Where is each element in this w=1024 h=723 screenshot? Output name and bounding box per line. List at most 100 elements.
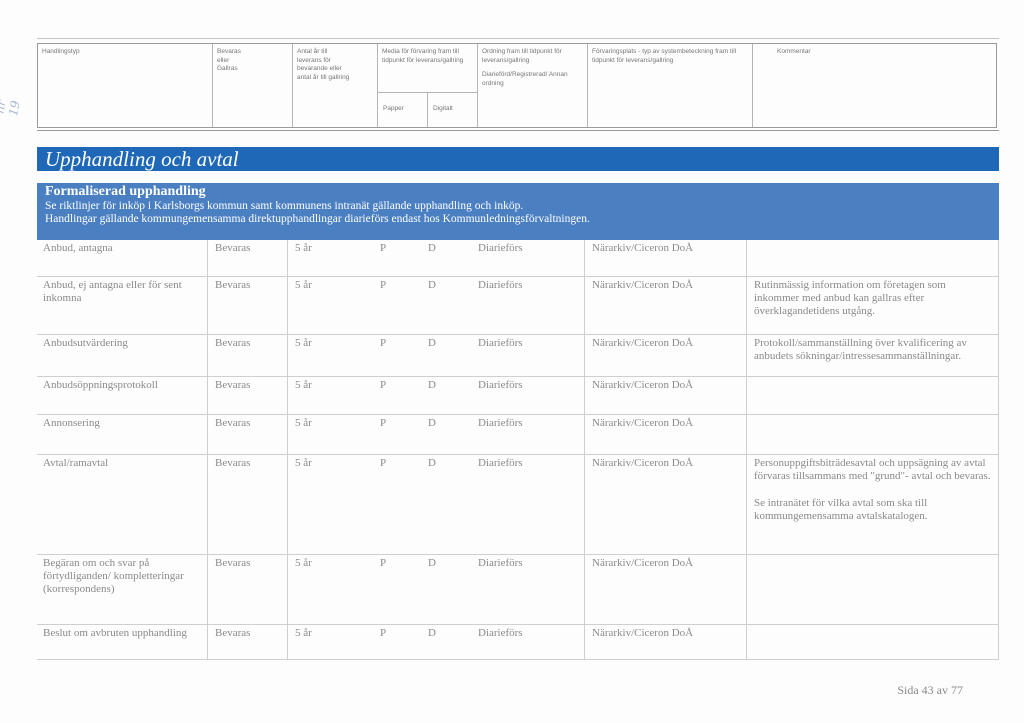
- cell-papper: P: [380, 379, 387, 391]
- cell-digitalt: D: [428, 417, 436, 429]
- cell-handlingstyp: Annonsering: [43, 417, 100, 429]
- records-table: Anbud, antagna Bevaras 5 år P D Diariefö…: [37, 240, 999, 660]
- table-row: Annonsering Bevaras 5 år P D Diarieförs …: [37, 415, 999, 455]
- cell-digitalt: D: [428, 279, 436, 291]
- cell-digitalt: D: [428, 627, 436, 639]
- cell-digitalt: D: [428, 379, 436, 391]
- section-title: Upphandling och avtal: [45, 147, 239, 171]
- header-diarieforing-label: Diarieförd/Registrerad/ Annan ordning: [482, 71, 568, 87]
- cell-handlingstyp: Avtal/ramavtal: [43, 457, 109, 469]
- cell-kommentar: Rutinmässig information om företagen som…: [754, 279, 946, 317]
- document-page: AB nr 19 Handlingstyp Bevaras eller Gall…: [0, 0, 1024, 723]
- cell-antal-ar: 5 år: [295, 379, 312, 391]
- header-kommentar: Kommentar: [753, 44, 998, 127]
- cell-bevaras: Bevaras: [215, 627, 251, 639]
- cell-forvaringsplats: Närarkiv/Ciceron DoÅ: [592, 557, 694, 569]
- header-handlingstyp-label: Handlingstyp: [42, 48, 80, 55]
- table-row: Anbudsutvärdering Bevaras 5 år P D Diari…: [37, 335, 999, 377]
- header-bevaras-line2: eller: [217, 56, 230, 64]
- header-bevaras-line3: Gallras: [217, 65, 238, 72]
- cell-papper: P: [380, 242, 387, 254]
- cell-antal-ar: 5 år: [295, 457, 312, 469]
- header-digitalt: Digitalt: [433, 105, 453, 112]
- table-row: Avtal/ramavtal Bevaras 5 år P D Diariefö…: [37, 455, 999, 555]
- header-forvaringsplats: Förvaringsplats - typ av systembetecknin…: [588, 44, 753, 127]
- cell-bevaras: Bevaras: [215, 417, 251, 429]
- table-row: Begäran om och svar på förtydliganden/ k…: [37, 555, 999, 625]
- cell-bevaras: Bevaras: [215, 279, 251, 291]
- cell-forvaringsplats: Närarkiv/Ciceron DoÅ: [592, 379, 694, 391]
- cell-bevaras: Bevaras: [215, 457, 251, 469]
- header-ordning: Ordning fram till tidpunkt för leverans/…: [478, 44, 588, 127]
- cell-ordning: Diarieförs: [478, 279, 523, 291]
- cell-papper: P: [380, 279, 387, 291]
- cell-handlingstyp: Beslut om avbruten upphandling: [43, 627, 187, 639]
- subsection-title: Formaliserad upphandling: [45, 184, 206, 199]
- cell-bevaras: Bevaras: [215, 242, 251, 254]
- cell-papper: P: [380, 417, 387, 429]
- cell-papper: P: [380, 557, 387, 569]
- column-header-table: Handlingstyp Bevaras eller Gallras Antal…: [37, 43, 997, 128]
- cell-papper: P: [380, 457, 387, 469]
- header-top-rule: [37, 38, 999, 39]
- cell-digitalt: D: [428, 557, 436, 569]
- cell-papper: P: [380, 627, 387, 639]
- cell-antal-ar: 5 år: [295, 279, 312, 291]
- cell-handlingstyp: Anbudsöppningsprotokoll: [43, 379, 158, 391]
- cell-forvaringsplats: Närarkiv/Ciceron DoÅ: [592, 417, 694, 429]
- cell-papper: P: [380, 337, 387, 349]
- cell-handlingstyp: Begäran om och svar på förtydliganden/ k…: [43, 557, 184, 595]
- cell-antal-ar: 5 år: [295, 242, 312, 254]
- page-number: Sida 43 av 77: [897, 683, 963, 697]
- header-bevaras-line1: Bevaras: [217, 48, 241, 55]
- cell-forvaringsplats: Närarkiv/Ciceron DoÅ: [592, 457, 694, 469]
- kommentar-paragraph: Se intranätet för vilka avtal som ska ti…: [754, 497, 928, 522]
- header-ordning-label: Ordning fram till tidpunkt för leverans/…: [482, 48, 562, 64]
- cell-handlingstyp: Anbud, antagna: [43, 242, 113, 254]
- header-antal-ar: Antal år till leverans för bevarande ell…: [293, 44, 378, 127]
- cell-handlingstyp: Anbud, ej antagna eller för sent inkomna: [43, 279, 182, 304]
- cell-antal-ar: 5 år: [295, 557, 312, 569]
- cell-ordning: Diarieförs: [478, 337, 523, 349]
- header-forvaringsplats-label: Förvaringsplats - typ av systembetecknin…: [592, 48, 737, 64]
- header-antal-ar-label: Antal år till leverans för bevarande ell…: [297, 48, 350, 81]
- cell-forvaringsplats: Närarkiv/Ciceron DoÅ: [592, 242, 694, 254]
- table-row: Anbud, ej antagna eller för sent inkomna…: [37, 277, 999, 335]
- header-handlingstyp: Handlingstyp: [38, 44, 213, 127]
- header-media-subcolumns: Papper Digitalt: [378, 92, 477, 127]
- cell-digitalt: D: [428, 457, 436, 469]
- cell-bevaras: Bevaras: [215, 379, 251, 391]
- cell-bevaras: Bevaras: [215, 337, 251, 349]
- kommentar-paragraph: Personuppgiftsbiträdesavtal och uppsägni…: [754, 457, 991, 482]
- cell-antal-ar: 5 år: [295, 627, 312, 639]
- table-row: Beslut om avbruten upphandling Bevaras 5…: [37, 625, 999, 660]
- cell-antal-ar: 5 år: [295, 337, 312, 349]
- cell-handlingstyp: Anbudsutvärdering: [43, 337, 128, 349]
- cell-forvaringsplats: Närarkiv/Ciceron DoÅ: [592, 627, 694, 639]
- cell-ordning: Diarieförs: [478, 417, 523, 429]
- cell-ordning: Diarieförs: [478, 557, 523, 569]
- subsection-bar: Formaliserad upphandling Se riktlinjer f…: [37, 183, 999, 240]
- cell-ordning: Diarieförs: [478, 242, 523, 254]
- header-bevaras: Bevaras eller Gallras: [213, 44, 293, 127]
- cell-ordning: Diarieförs: [478, 379, 523, 391]
- subsection-text-line1: Se riktlinjer för inköp i Karlsborgs kom…: [45, 200, 524, 212]
- cell-kommentar: Personuppgiftsbiträdesavtal och uppsägni…: [748, 457, 999, 523]
- cell-antal-ar: 5 år: [295, 417, 312, 429]
- subsection-text-line2: Handlingar gällande kommungemensamma dir…: [45, 213, 590, 225]
- cell-ordning: Diarieförs: [478, 457, 523, 469]
- section-title-bar: Upphandling och avtal: [37, 147, 999, 171]
- cell-digitalt: D: [428, 337, 436, 349]
- cell-bevaras: Bevaras: [215, 557, 251, 569]
- header-bottom-rule: [37, 130, 999, 131]
- header-kommentar-label: Kommentar: [777, 48, 811, 55]
- cell-digitalt: D: [428, 242, 436, 254]
- table-row: Anbudsöppningsprotokoll Bevaras 5 år P D…: [37, 377, 999, 415]
- cell-ordning: Diarieförs: [478, 627, 523, 639]
- cell-forvaringsplats: Närarkiv/Ciceron DoÅ: [592, 279, 694, 291]
- cell-forvaringsplats: Närarkiv/Ciceron DoÅ: [592, 337, 694, 349]
- header-media-label: Media för förvaring fram till tidpunkt f…: [382, 48, 464, 64]
- header-papper: Papper: [378, 93, 428, 127]
- cell-kommentar: Protokoll/sammanställning över kvalifice…: [754, 337, 967, 362]
- header-media: Media för förvaring fram till tidpunkt f…: [378, 44, 478, 127]
